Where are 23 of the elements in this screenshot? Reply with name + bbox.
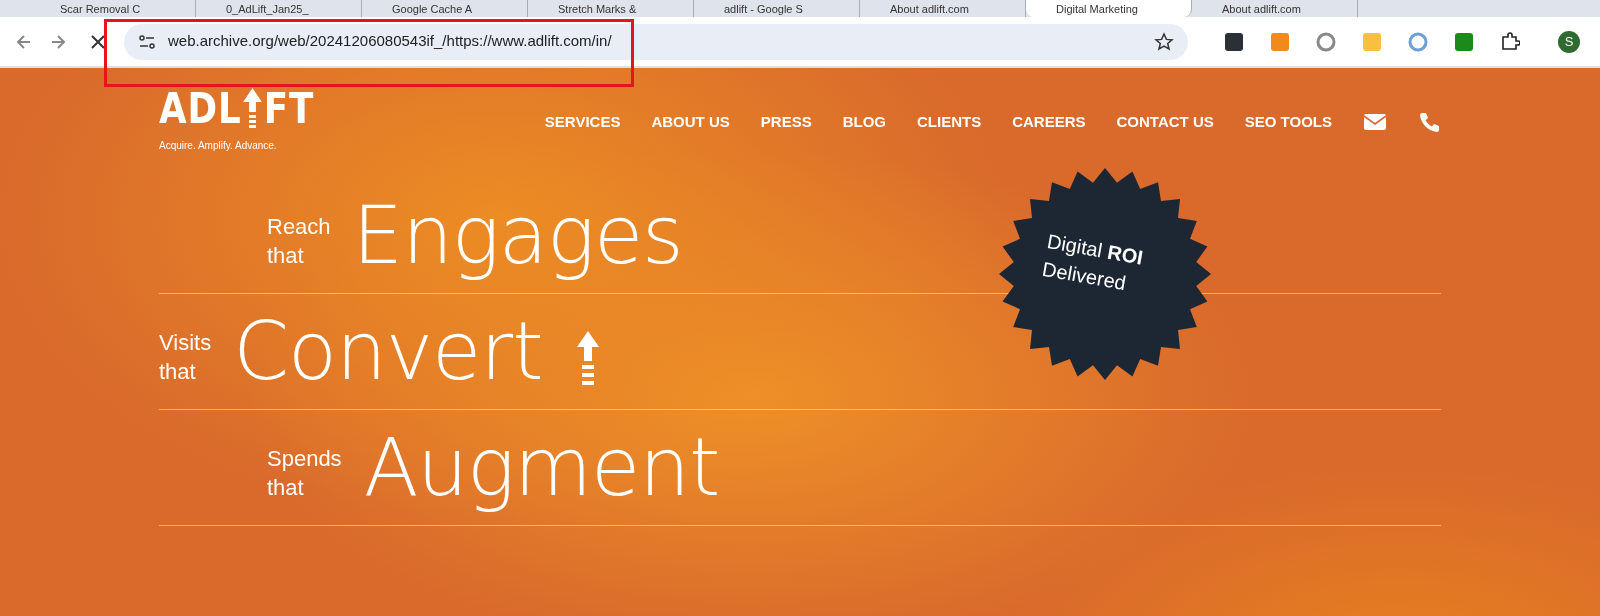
hero-label: that — [267, 241, 305, 270]
address-bar[interactable]: web.archive.org/web/20241206080543if_/https://www.adlift.com/in/ — [124, 23, 1188, 60]
hero-label: that — [267, 473, 305, 502]
logo-text: ADL — [159, 88, 242, 130]
circle-icon[interactable] — [1316, 31, 1336, 52]
up-arrow-icon — [243, 88, 262, 128]
puzzle-icon[interactable] — [1500, 31, 1520, 52]
hero-label: Visits — [159, 328, 212, 357]
browser-tab[interactable]: Digital Marketing — [1026, 0, 1192, 17]
hero-word: Convert — [233, 311, 543, 392]
url-text: web.archive.org/web/20241206080543if_/https://www.adlift.com/in/ — [168, 31, 613, 52]
up-arrow-icon — [576, 330, 599, 387]
hero-label: that — [159, 357, 197, 386]
hero-label: Reach — [267, 212, 331, 241]
hero-label: Spends — [267, 444, 342, 473]
logo-text: FT — [263, 88, 315, 130]
phone-icon[interactable] — [1418, 111, 1440, 134]
square-icon[interactable] — [1224, 31, 1244, 52]
star-icon[interactable] — [1154, 31, 1174, 52]
profile-avatar[interactable]: S — [1558, 30, 1580, 53]
logo-tagline: Acquire. Amplify. Advance. — [159, 139, 278, 153]
site-settings-icon[interactable] — [138, 32, 156, 51]
mail-icon[interactable] — [1363, 113, 1387, 132]
